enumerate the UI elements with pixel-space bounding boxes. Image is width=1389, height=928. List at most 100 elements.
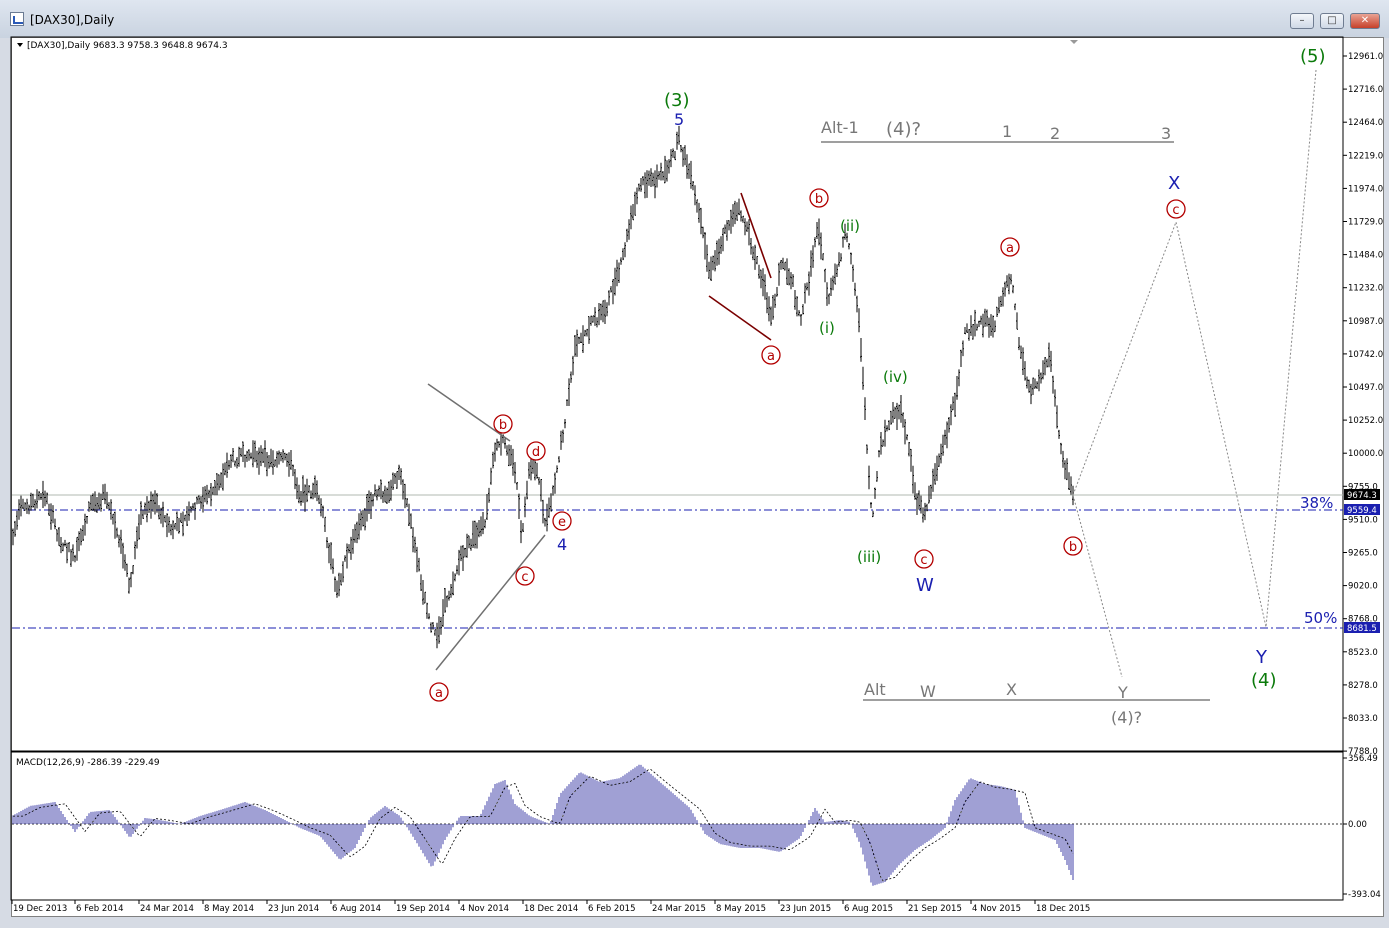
circled-wave-b2: b bbox=[809, 188, 829, 208]
svg-text:b: b bbox=[815, 192, 823, 207]
time-axis: 19 Dec 2013 6 Feb 2014 24 Mar 2014 8 May 20… bbox=[11, 900, 1090, 914]
circled-wave-b1: b bbox=[493, 414, 513, 434]
fib-38-label: 38% bbox=[1300, 494, 1333, 512]
wedge-upper-trendline[interactable] bbox=[740, 192, 772, 279]
svg-text:d: d bbox=[532, 445, 540, 460]
time-tick-label: 23 Jun 2015 bbox=[780, 904, 831, 914]
time-tick-label: 21 Sep 2015 bbox=[908, 904, 962, 914]
price-tick-label: 8278.0 bbox=[1348, 681, 1378, 691]
alt-w-label: W bbox=[920, 682, 936, 701]
alt1-wave4-label: (4)? bbox=[886, 119, 921, 140]
price-tick-label: 12716.0 bbox=[1348, 85, 1383, 95]
subwave-i-label: (i) bbox=[819, 319, 835, 337]
price-tick-label: 8033.0 bbox=[1348, 714, 1378, 724]
wave-4-minor-label: 4 bbox=[557, 535, 567, 554]
fib50-price-text: 8681.5 bbox=[1347, 624, 1377, 634]
wave-y-label: Y bbox=[1255, 647, 1268, 668]
price-tick-label: 8523.0 bbox=[1348, 648, 1378, 658]
alt-label: Alt bbox=[864, 680, 886, 699]
price-tick-label: 10000.0 bbox=[1348, 449, 1383, 459]
price-tick-label: 9020.0 bbox=[1348, 582, 1378, 592]
wave-3-label: (3) bbox=[664, 90, 690, 111]
chart-header: [DAX30],Daily 9683.3 9758.3 9648.8 9674.… bbox=[27, 41, 228, 51]
circled-wave-c1: c bbox=[515, 566, 535, 586]
price-tick-label: 12219.0 bbox=[1348, 151, 1383, 161]
price-tick-label: 11974.0 bbox=[1348, 184, 1383, 194]
price-tick-label: 11729.0 bbox=[1348, 218, 1383, 228]
price-tick-label: 9510.0 bbox=[1348, 515, 1378, 525]
svg-text:b: b bbox=[499, 418, 507, 433]
price-axis: 12961.0 12716.0 12464.0 12219.0 11974.0 11729… bbox=[1343, 52, 1383, 757]
time-tick-label: 8 May 2014 bbox=[204, 904, 254, 914]
triangle-upper-trendline[interactable] bbox=[427, 383, 511, 442]
macd-header: MACD(12,26,9) -286.39 -229.49 bbox=[16, 758, 160, 768]
macd-panel-frame bbox=[10, 751, 1344, 901]
time-tick-label: 24 Mar 2014 bbox=[140, 904, 194, 914]
wave-5-label: (5) bbox=[1300, 46, 1326, 67]
triangle-lower-trendline[interactable] bbox=[435, 534, 546, 671]
svg-text:a: a bbox=[435, 686, 443, 701]
price-chart[interactable]: [DAX30],Daily 9683.3 9758.3 9648.8 9674.… bbox=[0, 0, 1389, 928]
svg-text:e: e bbox=[558, 515, 566, 530]
fib-50-label: 50% bbox=[1304, 609, 1337, 627]
macd-histogram bbox=[12, 764, 1074, 886]
subwave-ii-label: (ii) bbox=[840, 217, 860, 235]
price-tick-label: 12464.0 bbox=[1348, 118, 1383, 128]
alt1-wave3-label: 3 bbox=[1161, 124, 1171, 143]
price-tick-label: 10742.0 bbox=[1348, 350, 1383, 360]
svg-text:c: c bbox=[521, 570, 528, 585]
time-tick-label: 24 Mar 2015 bbox=[652, 904, 706, 914]
circled-wave-b3: b bbox=[1063, 536, 1083, 556]
time-tick-label: 8 May 2015 bbox=[716, 904, 766, 914]
alt-y-label: Y bbox=[1117, 683, 1128, 702]
time-tick-label: 6 Feb 2015 bbox=[588, 904, 636, 914]
circled-wave-c2: c bbox=[914, 549, 934, 569]
projection-main-path[interactable] bbox=[1072, 69, 1317, 628]
time-tick-label: 23 Jun 2014 bbox=[268, 904, 319, 914]
time-tick-label: 4 Nov 2015 bbox=[972, 904, 1021, 914]
macd-signal-line bbox=[13, 768, 1074, 882]
macd-tick-label: 0.00 bbox=[1348, 820, 1367, 830]
macd-tick-label: -393.04 bbox=[1348, 890, 1381, 900]
price-tick-label: 10252.0 bbox=[1348, 416, 1383, 426]
macd-axis: 356.49 0.00 -393.04 bbox=[1343, 754, 1381, 900]
circled-wave-c3: c bbox=[1166, 199, 1186, 219]
shift-marker-icon bbox=[1070, 40, 1078, 44]
alt1-wave1-label: 1 bbox=[1002, 122, 1012, 141]
wave-5-minor-label: 5 bbox=[674, 110, 684, 129]
price-tick-label: 10497.0 bbox=[1348, 383, 1383, 393]
alt1-wave2-label: 2 bbox=[1050, 124, 1060, 143]
chart-menu-icon[interactable] bbox=[17, 43, 23, 47]
price-bars bbox=[12, 125, 1074, 649]
price-tick-label: 11232.0 bbox=[1348, 284, 1383, 294]
price-tick-label: 12961.0 bbox=[1348, 52, 1383, 62]
projection-alt-path[interactable] bbox=[1072, 494, 1123, 678]
circled-wave-a1: a bbox=[429, 682, 449, 702]
macd-tick-label: 356.49 bbox=[1348, 754, 1378, 764]
fib38-price-text: 9559.4 bbox=[1347, 506, 1377, 516]
current-price-text: 9674.3 bbox=[1347, 491, 1377, 501]
price-tick-label: 11484.0 bbox=[1348, 251, 1383, 261]
wedge-lower-trendline[interactable] bbox=[708, 295, 772, 341]
price-tick-label: 10987.0 bbox=[1348, 317, 1383, 327]
wave-w-label: W bbox=[916, 575, 934, 596]
svg-text:c: c bbox=[920, 553, 927, 568]
time-tick-label: 4 Nov 2014 bbox=[460, 904, 509, 914]
svg-text:b: b bbox=[1069, 540, 1077, 555]
price-tick-label: 9265.0 bbox=[1348, 549, 1378, 559]
alt-x-label: X bbox=[1006, 680, 1017, 699]
wave-x-label: X bbox=[1168, 173, 1180, 194]
circled-wave-d1: d bbox=[526, 441, 546, 461]
wave-4-label: (4) bbox=[1251, 670, 1277, 691]
time-tick-label: 18 Dec 2014 bbox=[524, 904, 578, 914]
time-tick-label: 19 Sep 2014 bbox=[396, 904, 450, 914]
subwave-iv-label: (iv) bbox=[883, 368, 908, 386]
time-tick-label: 6 Aug 2015 bbox=[844, 904, 893, 914]
time-tick-label: 18 Dec 2015 bbox=[1036, 904, 1090, 914]
svg-text:a: a bbox=[767, 349, 775, 364]
svg-text:c: c bbox=[1172, 203, 1179, 218]
alt1-label: Alt-1 bbox=[821, 118, 859, 137]
time-tick-label: 19 Dec 2013 bbox=[13, 904, 67, 914]
time-tick-label: 6 Aug 2014 bbox=[332, 904, 381, 914]
alt-wave4-label: (4)? bbox=[1111, 708, 1142, 727]
